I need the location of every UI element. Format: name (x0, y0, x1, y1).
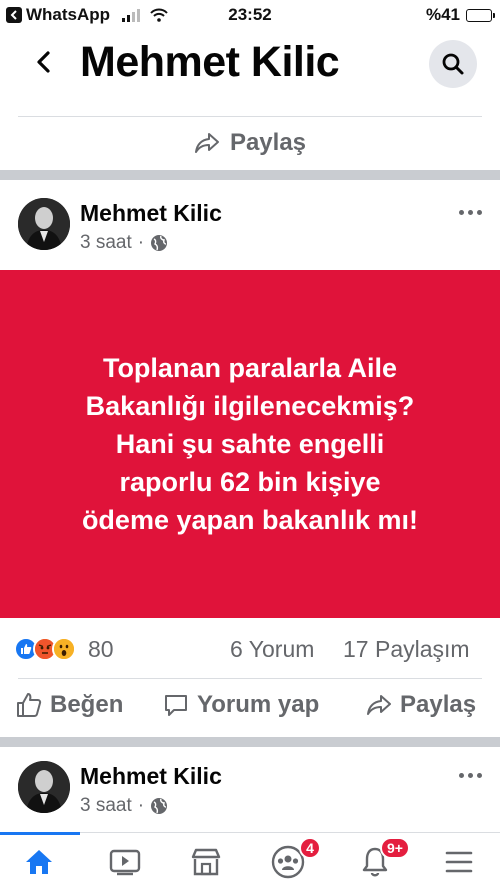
divider (18, 678, 482, 679)
post-meta: 3 saat · (80, 232, 168, 254)
active-tab-indicator (0, 832, 80, 835)
post-meta: 3 saat · (80, 795, 168, 817)
bottom-nav: 4 9+ (0, 832, 500, 889)
meta-separator: · (137, 795, 145, 816)
comment-button[interactable]: Yorum yap (163, 691, 319, 719)
share-label: Paylaş (400, 691, 477, 718)
post-time[interactable]: 3 saat (80, 795, 132, 817)
share-count[interactable]: 17 Paylaşım (343, 636, 470, 663)
status-bar: WhatsApp 23:52 %41 (0, 0, 500, 30)
image-text-line: raporlu 62 bin kişiye (119, 467, 381, 497)
status-right: %41 (425, 5, 495, 25)
post-separator (0, 737, 500, 747)
search-icon (442, 53, 464, 75)
image-text-line: Toplanan paralarla Aile (102, 353, 398, 383)
post-time[interactable]: 3 saat (80, 232, 132, 254)
page-title: Mehmet Kilic (80, 38, 340, 86)
like-label: Beğen (50, 691, 124, 718)
avatar[interactable] (18, 198, 70, 250)
post-author[interactable]: Mehmet Kilic (80, 763, 222, 790)
chevron-left-icon[interactable] (30, 48, 58, 76)
search-button[interactable] (429, 40, 477, 88)
battery-percent: %41 (425, 5, 460, 24)
menu-icon[interactable] (434, 841, 484, 883)
globe-icon (151, 798, 168, 814)
reaction-count[interactable]: 80 (88, 636, 114, 663)
notifications-badge: 9+ (380, 837, 410, 859)
share-label: Paylaş (229, 129, 307, 156)
image-text-line: Hani şu sahte engelli (115, 429, 385, 459)
more-options-button[interactable] (456, 765, 484, 785)
video-icon[interactable] (100, 841, 150, 883)
thumbs-up-icon (17, 693, 42, 717)
notifications-icon[interactable]: 9+ (350, 837, 410, 883)
comment-icon (165, 695, 187, 716)
reactions-row: 80 6 Yorum 17 Paylaşım (0, 632, 500, 668)
marketplace-icon[interactable] (181, 841, 231, 883)
home-icon[interactable] (14, 841, 64, 883)
avatar[interactable] (18, 761, 70, 813)
wow-reaction-icon (52, 637, 76, 661)
image-text-line: ödeme yapan bakanlık mı! (81, 505, 419, 535)
share-button[interactable]: Paylaş (0, 118, 500, 168)
post-image-text: Toplanan paralarla Aile Bakanlığı ilgile… (40, 349, 460, 539)
post-separator (0, 170, 500, 180)
groups-badge: 4 (299, 837, 321, 859)
comment-count[interactable]: 6 Yorum (230, 636, 314, 663)
post-header: Mehmet Kilic 3 saat · (0, 192, 500, 282)
post-actions: Beğen Yorum yap Paylaş (0, 685, 500, 731)
divider (18, 116, 482, 117)
page-header: Mehmet Kilic (0, 30, 500, 100)
like-button[interactable]: Beğen (16, 691, 123, 719)
groups-icon[interactable]: 4 (263, 837, 321, 883)
reaction-icons[interactable] (14, 637, 76, 661)
image-text-line: Bakanlığı ilgilenecekmiş? (85, 391, 415, 421)
more-options-button[interactable] (456, 202, 484, 222)
share-icon (194, 133, 219, 153)
battery-icon (466, 8, 495, 22)
post-image[interactable]: Toplanan paralarla Aile Bakanlığı ilgile… (0, 270, 500, 618)
globe-icon (151, 235, 168, 251)
share-icon (367, 695, 391, 715)
share-button[interactable]: Paylaş (366, 691, 476, 719)
meta-separator: · (137, 232, 145, 253)
comment-label: Yorum yap (197, 691, 320, 718)
post-author[interactable]: Mehmet Kilic (80, 200, 222, 227)
